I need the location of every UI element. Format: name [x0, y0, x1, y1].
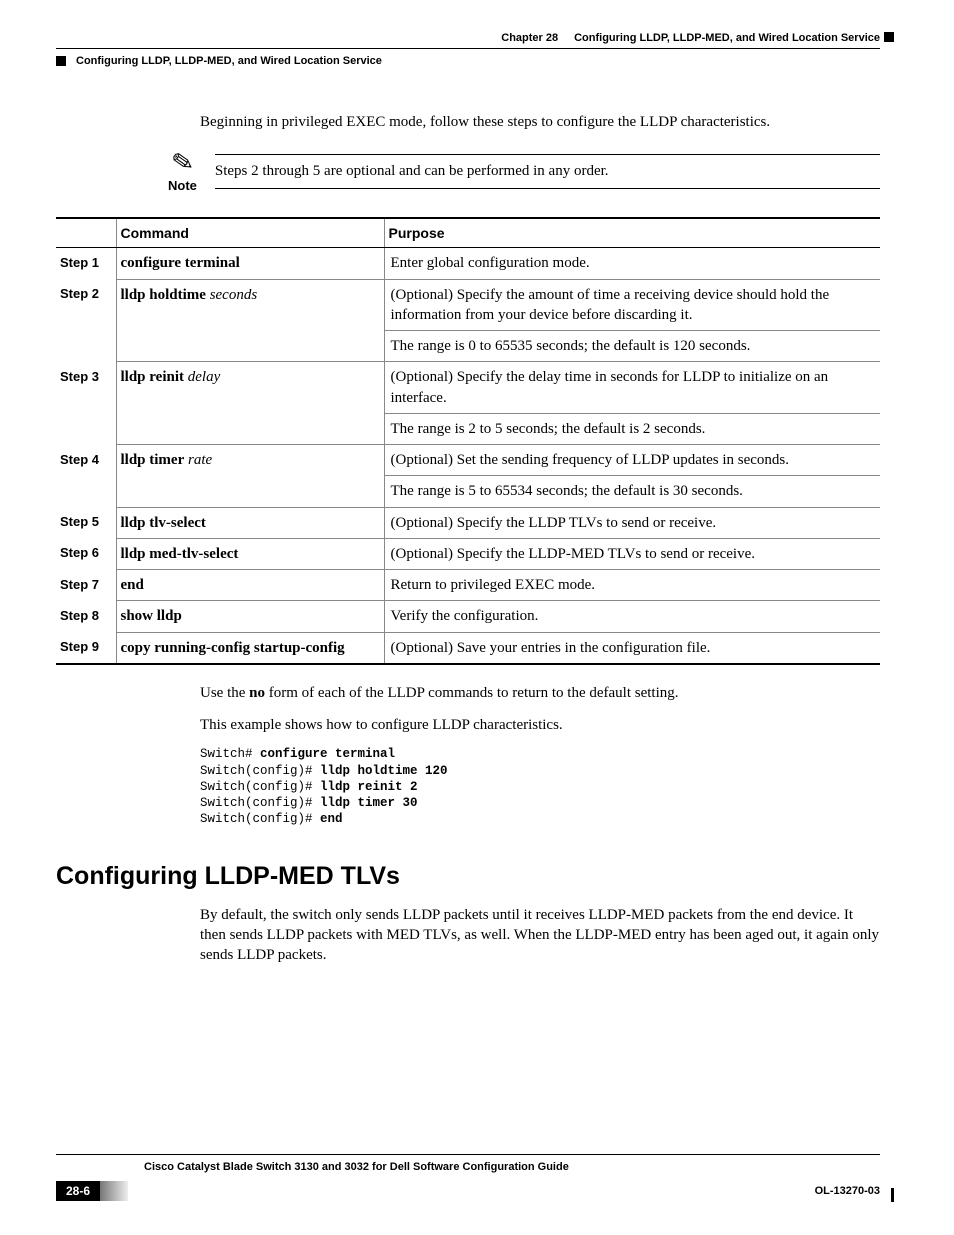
step-command: show lldp — [116, 601, 384, 632]
step-command: lldp reinit delay — [116, 362, 384, 445]
step-command: lldp timer rate — [116, 445, 384, 508]
step-purpose: (Optional) Specify the LLDP-MED TLVs to … — [384, 538, 880, 569]
step-command: end — [116, 570, 384, 601]
step-label: Step 7 — [56, 570, 116, 601]
page-footer: Cisco Catalyst Blade Switch 3130 and 303… — [56, 1154, 880, 1201]
step-purpose: The range is 2 to 5 seconds; the default… — [384, 413, 880, 444]
header-right-marker-icon — [884, 32, 894, 42]
step-command: configure terminal — [116, 248, 384, 279]
step-purpose: (Optional) Specify the LLDP TLVs to send… — [384, 507, 880, 538]
intro-paragraph: Beginning in privileged EXEC mode, follo… — [200, 112, 880, 132]
step-label: Step 2 — [56, 279, 116, 362]
header-marker-icon — [56, 56, 66, 66]
note-label: Note — [168, 178, 197, 193]
footer-crop-mark-icon — [891, 1188, 894, 1202]
step-label: Step 3 — [56, 362, 116, 445]
step-purpose: The range is 0 to 65535 seconds; the def… — [384, 331, 880, 362]
header-chapter-title: Configuring LLDP, LLDP-MED, and Wired Lo… — [574, 32, 880, 44]
step-command: lldp tlv-select — [116, 507, 384, 538]
steps-table: Command Purpose Step 1configure terminal… — [56, 217, 880, 665]
step-label: Step 6 — [56, 538, 116, 569]
step-command: lldp med-tlv-select — [116, 538, 384, 569]
step-command: lldp holdtime seconds — [116, 279, 384, 362]
step-purpose: (Optional) Specify the amount of time a … — [384, 279, 880, 331]
step-label: Step 8 — [56, 601, 116, 632]
step-purpose: Verify the configuration. — [384, 601, 880, 632]
code-example: Switch# configure terminal Switch(config… — [200, 746, 880, 827]
step-purpose: (Optional) Save your entries in the conf… — [384, 632, 880, 664]
steps-header-blank — [56, 218, 116, 248]
page-header: Chapter 28 Configuring LLDP, LLDP-MED, a… — [56, 32, 880, 67]
step-purpose: Return to privileged EXEC mode. — [384, 570, 880, 601]
header-section: Configuring LLDP, LLDP-MED, and Wired Lo… — [76, 55, 382, 67]
step-command: copy running-config startup-config — [116, 632, 384, 664]
footer-guide-title: Cisco Catalyst Blade Switch 3130 and 303… — [144, 1161, 880, 1173]
header-chapter: Chapter 28 — [501, 32, 558, 44]
after-p1: Use the no form of each of the LLDP comm… — [200, 683, 880, 705]
note-block: ✎ Note Steps 2 through 5 are optional an… — [168, 150, 880, 193]
step-purpose: The range is 5 to 65534 seconds; the def… — [384, 476, 880, 507]
step-purpose: Enter global configuration mode. — [384, 248, 880, 279]
step-label: Step 5 — [56, 507, 116, 538]
step-label: Step 9 — [56, 632, 116, 664]
step-label: Step 1 — [56, 248, 116, 279]
after-table-text: Use the no form of each of the LLDP comm… — [200, 683, 880, 828]
steps-header-command: Command — [116, 218, 384, 248]
step-purpose: (Optional) Specify the delay time in sec… — [384, 362, 880, 414]
note-text: Steps 2 through 5 are optional and can b… — [215, 163, 609, 179]
footer-page-badge: 28-6 — [56, 1181, 128, 1201]
after-p2: This example shows how to configure LLDP… — [200, 715, 880, 737]
steps-header-purpose: Purpose — [384, 218, 880, 248]
body-paragraph: By default, the switch only sends LLDP p… — [200, 905, 880, 966]
step-purpose: (Optional) Set the sending frequency of … — [384, 445, 880, 476]
footer-ol: OL-13270-03 — [815, 1185, 880, 1197]
footer-page-fade-icon — [100, 1181, 128, 1201]
footer-page-number: 28-6 — [56, 1181, 100, 1201]
step-label: Step 4 — [56, 445, 116, 508]
pencil-icon: ✎ — [169, 149, 195, 178]
section-heading: Configuring LLDP-MED TLVs — [56, 862, 880, 891]
